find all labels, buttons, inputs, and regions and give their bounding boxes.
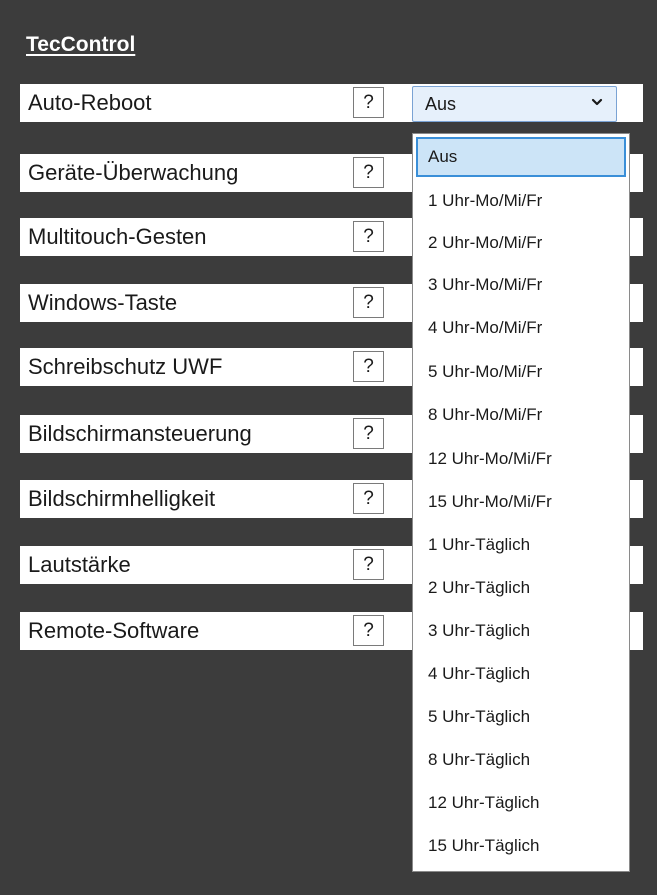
- auto-reboot-select[interactable]: Aus: [412, 86, 617, 122]
- help-button[interactable]: ?: [353, 351, 384, 382]
- setting-label: Windows-Taste: [28, 290, 178, 315]
- help-button[interactable]: ?: [353, 287, 384, 318]
- help-button[interactable]: ?: [353, 418, 384, 449]
- setting-label: Multitouch-Gesten: [28, 224, 207, 249]
- select-value: Aus: [425, 94, 457, 114]
- dropdown-option[interactable]: 5 Uhr-Täglich: [416, 697, 626, 737]
- dropdown-option[interactable]: 15 Uhr-Mo/Mi/Fr: [416, 482, 626, 522]
- dropdown-option[interactable]: 1 Uhr-Mo/Mi/Fr: [416, 181, 626, 221]
- setting-label: Auto-Reboot: [28, 90, 152, 115]
- dropdown-option[interactable]: 3 Uhr-Täglich: [416, 611, 626, 651]
- dropdown-option[interactable]: 15 Uhr-Täglich: [416, 826, 626, 866]
- setting-label: Geräte-Überwachung: [28, 160, 239, 185]
- dropdown-option[interactable]: 12 Uhr-Mo/Mi/Fr: [416, 439, 626, 479]
- help-button[interactable]: ?: [353, 483, 384, 514]
- dropdown-option-aus[interactable]: Aus: [416, 137, 626, 177]
- setting-label: Lautstärke: [28, 552, 131, 577]
- help-button[interactable]: ?: [353, 87, 384, 118]
- dropdown-option[interactable]: 8 Uhr-Mo/Mi/Fr: [416, 395, 626, 435]
- setting-label: Bildschirmhelligkeit: [28, 486, 216, 511]
- dropdown-option[interactable]: 12 Uhr-Täglich: [416, 783, 626, 823]
- chevron-down-icon: [591, 98, 603, 106]
- setting-label: Bildschirmansteuerung: [28, 421, 252, 446]
- help-button[interactable]: ?: [353, 615, 384, 646]
- dropdown-option[interactable]: 3 Uhr-Mo/Mi/Fr: [416, 265, 626, 305]
- help-button[interactable]: ?: [353, 157, 384, 188]
- dropdown-option[interactable]: 1 Uhr-Täglich: [416, 525, 626, 565]
- help-button[interactable]: ?: [353, 221, 384, 252]
- dropdown-option[interactable]: 2 Uhr-Täglich: [416, 568, 626, 608]
- setting-label: Schreibschutz UWF: [28, 354, 223, 379]
- dropdown-option[interactable]: 4 Uhr-Mo/Mi/Fr: [416, 308, 626, 348]
- auto-reboot-dropdown-list: Aus 1 Uhr-Mo/Mi/Fr 2 Uhr-Mo/Mi/Fr 3 Uhr-…: [412, 133, 630, 872]
- page-title[interactable]: TecControl: [26, 33, 135, 57]
- help-button[interactable]: ?: [353, 549, 384, 580]
- dropdown-option[interactable]: 2 Uhr-Mo/Mi/Fr: [416, 223, 626, 263]
- dropdown-option[interactable]: 8 Uhr-Täglich: [416, 740, 626, 780]
- dropdown-option[interactable]: 5 Uhr-Mo/Mi/Fr: [416, 352, 626, 392]
- dropdown-option[interactable]: 4 Uhr-Täglich: [416, 654, 626, 694]
- setting-label: Remote-Software: [28, 618, 200, 643]
